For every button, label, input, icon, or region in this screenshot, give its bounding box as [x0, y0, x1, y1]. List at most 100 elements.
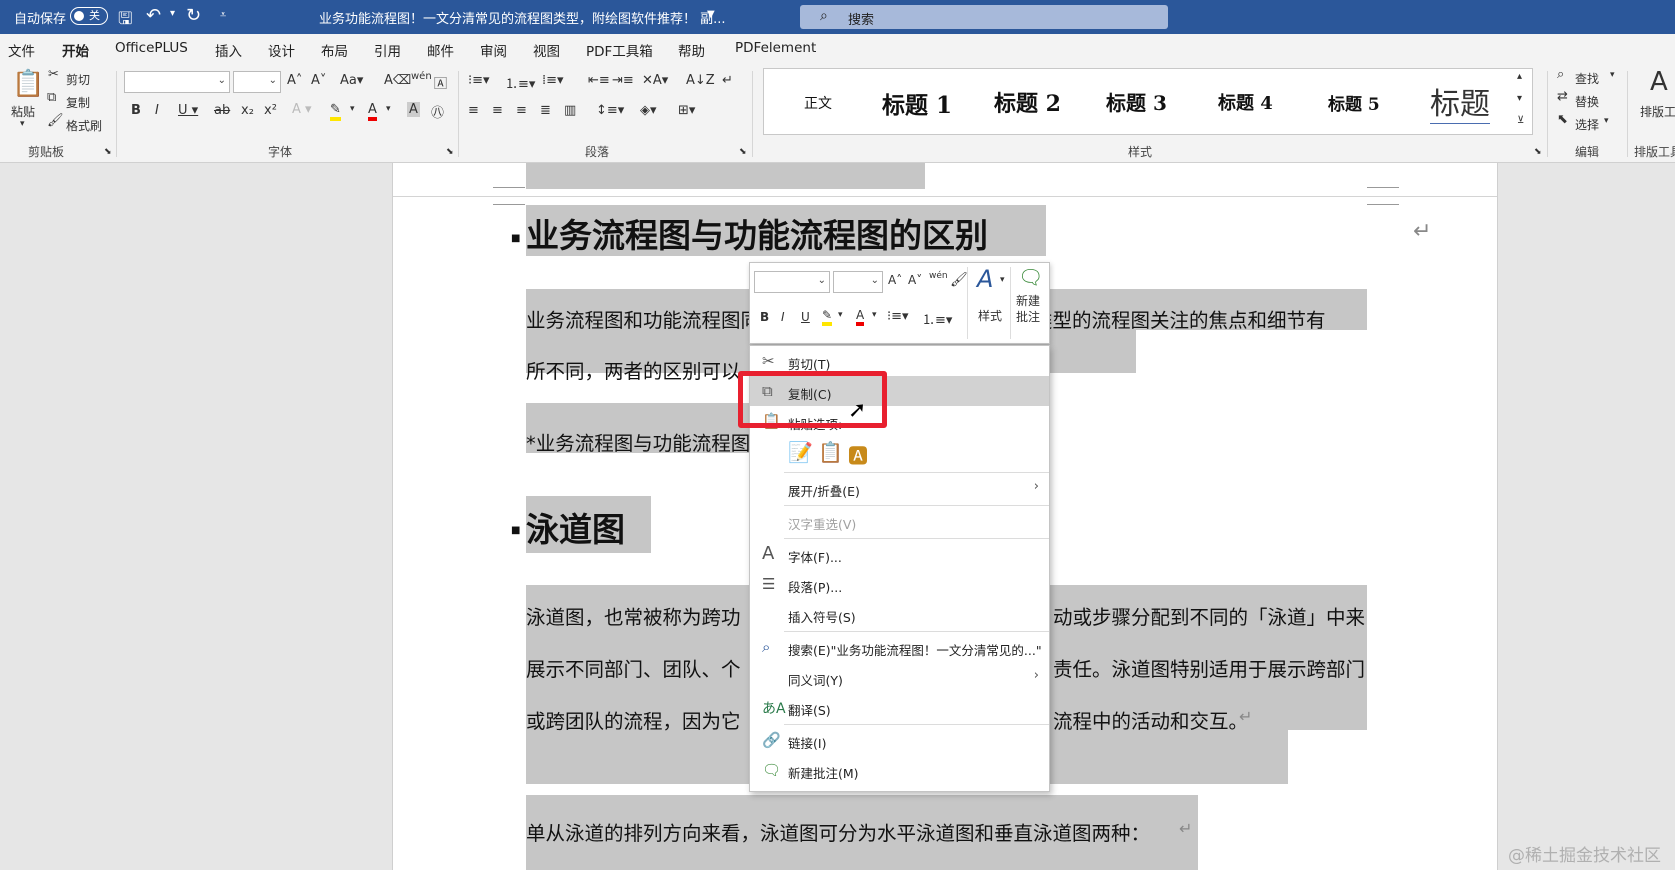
tab-insert[interactable]: 插入 [215, 40, 242, 60]
paste-dropdown-icon[interactable]: ▾ [20, 119, 25, 129]
bold-icon[interactable]: B [760, 310, 769, 324]
character-shading-icon[interactable]: A [407, 102, 420, 117]
para3-line2-a[interactable]: 展示不同部门、团队、个 [526, 653, 741, 682]
style-heading-3[interactable]: 标题 3 [1106, 87, 1167, 116]
change-case-icon[interactable]: Aa▾ [340, 73, 363, 88]
format-painter-label[interactable]: 格式刷 [66, 117, 102, 134]
autosave-toggle[interactable]: 关 [70, 7, 108, 25]
tab-file[interactable]: 文件 [8, 40, 35, 60]
clipboard-launcher-icon[interactable]: ⬊ [104, 147, 112, 157]
style-normal[interactable]: 正文 [804, 93, 832, 113]
highlight-icon[interactable]: ✎ [822, 308, 833, 326]
font-size-combo[interactable]: ⌄ [233, 71, 281, 93]
borders-icon[interactable]: ⊞▾ [678, 103, 695, 118]
paste-merge-format-icon[interactable]: 📋 [818, 440, 843, 464]
mini-styles-label[interactable]: 样式 [978, 307, 1002, 324]
undo-dropdown-icon[interactable]: ▾ [170, 8, 175, 19]
font-color-icon[interactable]: A [856, 308, 865, 326]
menu-item-paragraph[interactable]: ☰ 段落(P)... [750, 569, 1049, 599]
customize-qat-icon[interactable]: ⩡ [220, 8, 226, 22]
chevron-down-icon[interactable]: ▾ [838, 310, 843, 320]
styles-launcher-icon[interactable]: ⬊ [1534, 147, 1542, 157]
numbering-icon[interactable]: ⒈≡▾ [922, 309, 952, 328]
font-name-combo[interactable]: ⌄ [124, 71, 230, 93]
tab-pdfelement[interactable]: PDFelement [735, 40, 816, 56]
cut-label[interactable]: 剪切 [66, 71, 90, 88]
asian-layout-icon[interactable]: ✕A▾ [642, 73, 668, 88]
sort-icon[interactable]: A↓Z [686, 73, 715, 88]
underline-icon[interactable]: U ▾ [178, 103, 198, 118]
clear-format-icon[interactable]: A⌫ [384, 73, 411, 88]
align-right-icon[interactable]: ≡ [516, 103, 527, 118]
enclose-characters-icon[interactable]: ㊇ [431, 102, 444, 121]
italic-icon[interactable]: I [781, 310, 785, 324]
chevron-down-icon[interactable]: ▾ [350, 104, 355, 114]
bullets-icon[interactable]: ⁝≡▾ [468, 73, 490, 88]
highlight-icon[interactable]: ✎ [330, 102, 341, 121]
tab-pdf-toolbox[interactable]: PDF工具箱 [586, 40, 653, 60]
chevron-down-icon[interactable]: ▾ [872, 310, 877, 320]
bullets-icon[interactable]: ⁝≡▾ [887, 309, 909, 324]
copy-label[interactable]: 复制 [66, 94, 90, 111]
tab-layout[interactable]: 布局 [321, 40, 348, 60]
tab-mailings[interactable]: 邮件 [427, 40, 454, 60]
para3-line3-a[interactable]: 或跨团队的流程，因为它 [526, 705, 741, 734]
subscript-icon[interactable]: x₂ [241, 103, 254, 118]
gallery-up-icon[interactable]: ▴ [1517, 71, 1522, 82]
menu-item-search[interactable]: ⌕ 搜索(E)"业务功能流程图！一文分清常见的..." [750, 632, 1049, 662]
para3-line1-a[interactable]: 泳道图，也常被称为跨功 [526, 601, 741, 630]
font-launcher-icon[interactable]: ⬊ [446, 147, 454, 157]
show-marks-icon[interactable]: ↵ [722, 73, 733, 88]
style-heading-4[interactable]: 标题 4 [1218, 89, 1273, 115]
phonetic-guide-icon[interactable]: wén [929, 271, 948, 281]
numbering-icon[interactable]: ⒈≡▾ [505, 73, 535, 92]
style-title[interactable]: 标题 [1430, 79, 1490, 124]
paste-label[interactable]: 粘贴 [11, 103, 35, 120]
select-icon[interactable]: ⬉ [1557, 112, 1568, 127]
superscript-icon[interactable]: x² [264, 103, 277, 118]
mini-font-combo[interactable]: ⌄ [754, 271, 830, 293]
decrease-indent-icon[interactable]: ⇤≡ [588, 73, 610, 88]
tab-view[interactable]: 视图 [533, 40, 560, 60]
increase-indent-icon[interactable]: ⇥≡ [612, 73, 634, 88]
bold-icon[interactable]: B [131, 103, 141, 118]
heading-difference[interactable]: 业务流程图与功能流程图的区别 [526, 209, 988, 257]
paragraph-launcher-icon[interactable]: ⬊ [739, 147, 747, 157]
phonetic-guide-icon[interactable]: wén [411, 71, 432, 82]
undo-icon[interactable]: ↶ [146, 5, 161, 26]
heading-swimlane[interactable]: 泳道图 [526, 503, 625, 551]
chevron-down-icon[interactable]: ▾ [386, 104, 391, 114]
tab-references[interactable]: 引用 [374, 40, 401, 60]
title-dropdown-icon[interactable]: ▼ [707, 9, 715, 20]
style-heading-2[interactable]: 标题 2 [994, 86, 1061, 118]
replace-icon[interactable]: ⇄ [1557, 89, 1568, 104]
gallery-more-icon[interactable]: ⊻ [1517, 115, 1524, 126]
new-comment-icon[interactable]: 🗨 [1018, 265, 1043, 289]
chevron-down-icon[interactable]: ▾ [1604, 116, 1609, 126]
align-center-icon[interactable]: ≡ [492, 103, 503, 118]
tab-help[interactable]: 帮助 [678, 40, 705, 60]
chevron-down-icon[interactable]: ▾ [1000, 275, 1005, 285]
tab-officeplus[interactable]: OfficePLUS [115, 40, 188, 56]
para3-line2-b[interactable]: 责任。泳道图特别适用于展示跨部门 [1053, 653, 1365, 682]
strikethrough-icon[interactable]: ab [214, 103, 230, 118]
mini-new-comment-label[interactable]: 新建 批注 [1016, 293, 1040, 325]
styles-icon[interactable]: A [977, 265, 993, 293]
line-spacing-icon[interactable]: ↕≡▾ [596, 103, 624, 118]
replace-label[interactable]: 替换 [1575, 93, 1599, 110]
format-painter-icon[interactable]: 🖌 [950, 272, 968, 288]
chevron-down-icon[interactable]: ▾ [1610, 70, 1615, 80]
save-icon[interactable]: 🖫 [118, 6, 132, 35]
shrink-font-icon[interactable]: A˅ [908, 273, 922, 287]
find-icon[interactable]: ⌕ [1557, 67, 1564, 82]
multilevel-list-icon[interactable]: ⁞≡▾ [542, 73, 564, 88]
menu-item-new-comment[interactable]: 🗨 新建批注(M) [750, 755, 1049, 785]
para2-caption[interactable]: *业务流程图与功能流程图 [526, 427, 750, 456]
tab-review[interactable]: 审阅 [480, 40, 507, 60]
para3-line1-b[interactable]: 动或步骤分配到不同的「泳道」中来 [1053, 601, 1365, 630]
text-effects-icon[interactable]: A ▾ [292, 102, 312, 117]
copy-icon[interactable]: ⧉ [47, 90, 56, 105]
para3-line3-b[interactable]: 流程中的活动和交互。 [1053, 705, 1248, 734]
gallery-down-icon[interactable]: ▾ [1517, 93, 1522, 104]
mini-size-combo[interactable]: ⌄ [833, 271, 883, 293]
